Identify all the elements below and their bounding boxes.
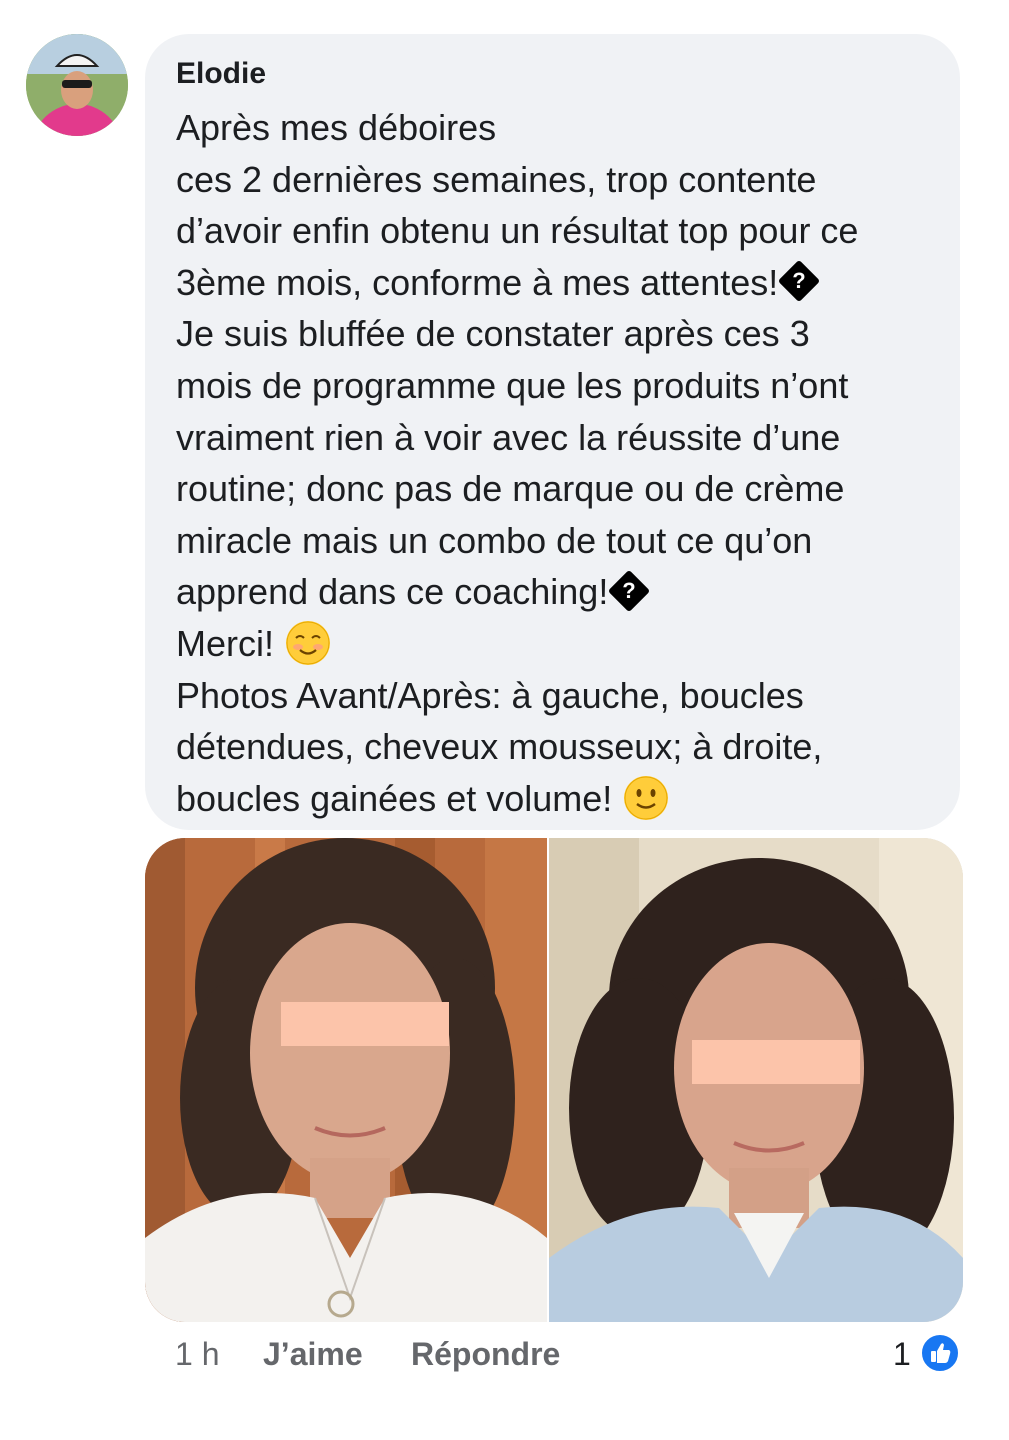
comment-line: d’avoir enfin obtenu un résultat top pou…	[176, 210, 859, 252]
comment-text: Après mes déboires ces 2 dernières semai…	[176, 102, 930, 824]
reaction-count[interactable]: 1	[893, 1336, 911, 1373]
comment-line: apprend dans ce coaching!?	[176, 566, 930, 618]
censor-bar	[281, 1002, 449, 1046]
like-button[interactable]: J’aime	[263, 1336, 363, 1373]
author-name[interactable]: Elodie	[176, 54, 930, 94]
avatar[interactable]	[26, 34, 128, 136]
comment-timestamp[interactable]: 1 h	[175, 1336, 219, 1373]
comment-line: Après mes déboires	[176, 107, 497, 148]
comment-line: miracle mais un combo de tout ce qu’on	[176, 519, 813, 561]
reply-button[interactable]: Répondre	[411, 1336, 560, 1373]
comment-line: mois de programme que les produits n’ont	[176, 364, 849, 406]
comment-line: Photos Avant/Après: à gauche, boucles	[176, 674, 804, 716]
slightly-smiling-face-emoji	[624, 776, 669, 821]
smiling-face-emoji	[286, 621, 330, 666]
comment-line: 3ème mois, conforme à mes attentes!?	[176, 257, 930, 309]
comment-line: vraiment rien à voir avec la réussite d’…	[176, 416, 841, 458]
after-photo[interactable]	[549, 838, 963, 1322]
comment-line: Je suis bluffée de constater après ces 3	[176, 313, 810, 355]
like-thumb-icon[interactable]	[919, 1332, 961, 1374]
before-photo[interactable]	[145, 838, 547, 1322]
comment-line: boucles gainées et volume!	[176, 773, 930, 825]
avatar-image	[26, 34, 128, 136]
question-diamond-icon: ?	[778, 260, 821, 303]
comment-line: détendues, cheveux mousseux; à droite,	[176, 726, 823, 768]
comment-line: ces 2 dernières semaines, trop contente	[176, 158, 817, 200]
comment-line: routine; donc pas de marque ou de crème	[176, 468, 845, 510]
comment-footer: 1 h J’aime Répondre 1	[175, 1330, 965, 1380]
comment-bubble: Elodie Après mes déboires ces 2 dernière…	[145, 34, 960, 830]
comment-line: Merci!	[176, 618, 930, 670]
censor-bar	[692, 1040, 860, 1084]
question-diamond-icon: ?	[608, 569, 651, 613]
photo-attachment[interactable]	[145, 838, 963, 1322]
